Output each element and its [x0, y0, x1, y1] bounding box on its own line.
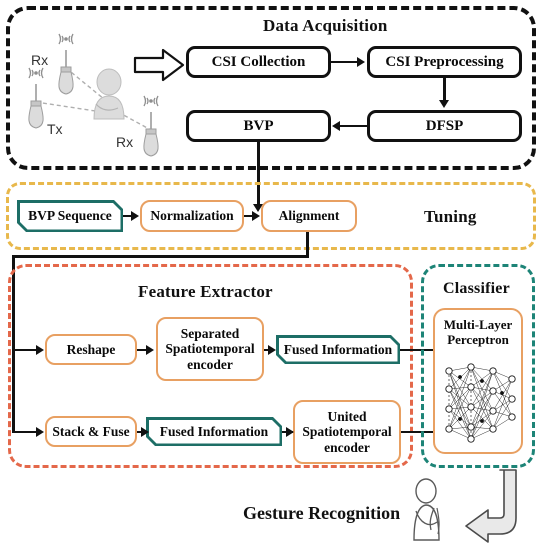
group-title-feature-extractor: Feature Extractor [138, 282, 273, 301]
group-title-tuning: Tuning [424, 207, 477, 226]
node-csi-collection[interactable]: CSI Collection [186, 46, 331, 78]
node-fused-information-bottom[interactable]: Fused Information [146, 417, 282, 446]
antenna-icon-tx [28, 67, 44, 129]
node-stack-and-fuse[interactable]: Stack & Fuse [45, 416, 137, 447]
node-fused-information-top-label: Fused Information [279, 338, 398, 362]
node-bvp-sequence-label: BVP Sequence [20, 203, 121, 230]
node-separated-spatiotemporal-encoder[interactable]: Separated Spatiotemporal encoder [156, 317, 264, 381]
figure-caption: Gesture Recognition [243, 503, 401, 523]
feedback-arrow-icon [460, 468, 530, 544]
diagram-canvas: Data Acquisition Rx Tx Rx CSI Collection… [0, 0, 542, 550]
antenna-icon-rx-bottom [143, 95, 159, 157]
node-reshape[interactable]: Reshape [45, 334, 137, 365]
edge-alignment-down [306, 232, 309, 258]
person-output-icon [407, 478, 451, 544]
node-multi-layer-perceptron[interactable]: Multi-Layer Perceptron [433, 308, 523, 454]
arrowhead-left [332, 121, 340, 131]
edge-collection-to-preprocessing [331, 60, 358, 64]
antenna-icon-rx-top [58, 33, 74, 95]
node-alignment[interactable]: Alignment [261, 200, 357, 232]
arrowhead-right [357, 57, 365, 67]
node-fused-information-top[interactable]: Fused Information [276, 335, 400, 364]
arrowhead-right [252, 211, 260, 221]
label-rx-bottom: Rx [116, 134, 134, 150]
arrowhead-right [141, 427, 149, 437]
node-normalization[interactable]: Normalization [140, 200, 244, 232]
arrowhead-right [268, 345, 276, 355]
arrowhead-down [439, 100, 450, 108]
arrowhead-right [146, 345, 154, 355]
edge-dfsp-to-bvp [340, 124, 367, 128]
node-dfsp[interactable]: DFSP [367, 110, 522, 142]
node-fused-information-bottom-label: Fused Information [149, 420, 280, 444]
group-title-data-acquisition: Data Acquisition [263, 16, 388, 35]
node-bvp[interactable]: BVP [186, 110, 331, 142]
edge-alignment-left [12, 255, 309, 258]
node-united-spatiotemporal-encoder[interactable]: United Spatiotemporal encoder [293, 400, 401, 464]
edge-preprocessing-to-dfsp [443, 78, 446, 100]
node-bvp-sequence[interactable]: BVP Sequence [17, 200, 123, 232]
arrowhead-right [286, 427, 294, 437]
block-arrow-right-icon [133, 48, 185, 82]
label-rx-top: Rx [31, 52, 49, 68]
node-mlp-label: Multi-Layer Perceptron [443, 317, 513, 348]
arrowhead-right [131, 211, 139, 221]
person-icon [93, 68, 125, 120]
neural-network-icon [440, 359, 520, 451]
label-tx: Tx [47, 121, 63, 137]
node-csi-preprocessing[interactable]: CSI Preprocessing [367, 46, 522, 78]
sensing-scene-illustration [14, 24, 184, 166]
group-title-classifier: Classifier [443, 280, 510, 297]
